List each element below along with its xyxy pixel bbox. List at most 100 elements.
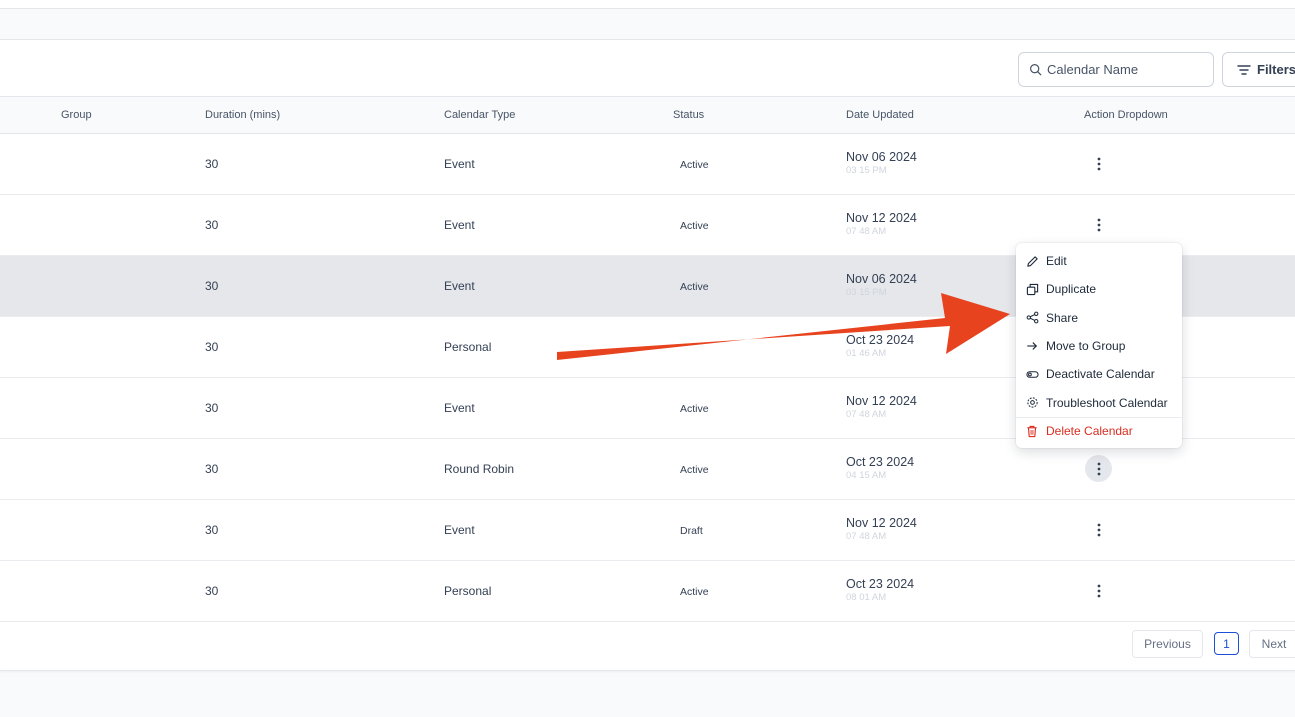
duration-cell: 30 (205, 584, 219, 598)
search-icon (1030, 64, 1042, 76)
duration-cell: 30 (205, 218, 219, 232)
menu-item-share[interactable]: Share (1016, 304, 1182, 332)
time-value: 01 46 AM (846, 348, 887, 359)
next-page-button[interactable]: Next (1249, 630, 1295, 658)
date-updated-cell: Oct 23 2024 04 15 AM (846, 455, 914, 481)
date-updated-cell: Oct 23 2024 08 01 AM (846, 577, 914, 603)
status-cell: Active (680, 403, 709, 415)
time-value: 07 48 AM (846, 409, 887, 420)
column-header-duration[interactable]: Duration (mins) (205, 109, 280, 121)
calendar-type-cell: Personal (444, 584, 492, 598)
column-header-group[interactable]: Group (61, 109, 92, 121)
menu-item-deactivate-calendar[interactable]: Deactivate Calendar (1016, 360, 1182, 388)
table-row[interactable]: 30 Round Robin Active Oct 23 2024 04 15 A… (0, 439, 1295, 500)
status-cell: Active (680, 159, 709, 171)
menu-item-label: Delete Calendar (1046, 424, 1133, 439)
date-value: Nov 06 2024 (846, 150, 917, 164)
share-icon (1025, 311, 1039, 325)
filters-button[interactable]: Filters (1222, 52, 1295, 87)
table-row[interactable]: 30 Personal Active Oct 23 2024 08 01 AM (0, 561, 1295, 622)
column-header-action-dropdown: Action Dropdown (1084, 109, 1168, 121)
menu-item-troubleshoot-calendar[interactable]: Troubleshoot Calendar (1016, 388, 1182, 416)
duration-cell: 30 (205, 401, 219, 415)
date-updated-cell: Nov 06 2024 03 15 PM (846, 150, 917, 176)
date-value: Nov 12 2024 (846, 394, 917, 408)
status-cell: Active (680, 586, 709, 598)
menu-item-label: Move to Group (1046, 339, 1126, 354)
top-bar (0, 0, 1295, 9)
table-header: Group Duration (mins) Calendar Type Stat… (0, 97, 1295, 134)
table-toolbar: Filters (0, 40, 1295, 97)
duration-cell: 30 (205, 523, 219, 537)
date-value: Oct 23 2024 (846, 333, 915, 347)
duration-cell: 30 (205, 340, 219, 354)
time-value: 07 48 AM (846, 226, 887, 237)
menu-item-label: Deactivate Calendar (1046, 367, 1155, 382)
gear-icon (1025, 396, 1039, 410)
menu-item-label: Troubleshoot Calendar (1046, 395, 1168, 410)
table-row[interactable]: 30 Event Active Nov 06 2024 03 15 PM (0, 134, 1295, 195)
toggle-icon (1025, 367, 1039, 381)
calendar-type-cell: Event (444, 157, 475, 171)
calendar-type-cell: Event (444, 218, 475, 232)
duplicate-icon (1025, 282, 1039, 296)
status-cell: Active (680, 281, 709, 293)
menu-item-delete-calendar[interactable]: Delete Calendar (1016, 416, 1182, 445)
column-header-date-updated[interactable]: Date Updated (846, 109, 914, 121)
time-value: 04 15 AM (846, 470, 887, 481)
date-value: Oct 23 2024 (846, 455, 915, 469)
pencil-icon (1025, 254, 1039, 268)
status-cell: Active (680, 220, 709, 232)
menu-item-label: Duplicate (1046, 282, 1097, 297)
date-updated-cell: Nov 12 2024 07 48 AM (846, 516, 917, 542)
menu-item-label: Edit (1046, 254, 1067, 269)
duration-cell: 30 (205, 157, 219, 171)
menu-item-label: Share (1046, 310, 1079, 325)
calendar-type-cell: Event (444, 279, 475, 293)
page-1-button[interactable]: 1 (1214, 632, 1239, 655)
time-value: 03 15 PM (846, 287, 887, 298)
search-input[interactable] (1047, 62, 1207, 77)
date-updated-cell: Nov 06 2024 03 15 PM (846, 272, 917, 298)
date-value: Nov 12 2024 (846, 516, 917, 530)
column-header-calendar-type[interactable]: Calendar Type (444, 109, 515, 121)
kebab-icon (1097, 157, 1100, 170)
column-header-status[interactable]: Status (673, 109, 704, 121)
date-value: Nov 06 2024 (846, 272, 917, 286)
date-value: Nov 12 2024 (846, 211, 917, 225)
action-dropdown-button[interactable] (1085, 577, 1112, 604)
action-dropdown-button[interactable] (1085, 455, 1112, 482)
date-updated-cell: Nov 12 2024 07 48 AM (846, 394, 917, 420)
duration-cell: 30 (205, 462, 219, 476)
filters-label: Filters (1257, 62, 1295, 77)
calendar-type-cell: Round Robin (444, 462, 515, 476)
calendar-type-cell: Event (444, 401, 475, 415)
date-updated-cell: Oct 23 2024 01 46 AM (846, 333, 914, 359)
menu-item-duplicate[interactable]: Duplicate (1016, 275, 1182, 303)
table-row[interactable]: 30 Event Draft Nov 12 2024 07 48 AM (0, 500, 1295, 561)
action-dropdown-button[interactable] (1085, 150, 1112, 177)
status-cell: Draft (680, 525, 703, 537)
date-value: Oct 23 2024 (846, 577, 915, 591)
kebab-icon (1097, 462, 1100, 475)
calendar-type-cell: Personal (444, 340, 492, 354)
trash-icon (1025, 424, 1039, 438)
duration-cell: 30 (205, 279, 219, 293)
arrow-right-icon (1025, 339, 1039, 353)
kebab-icon (1097, 584, 1100, 597)
action-dropdown-button[interactable] (1085, 516, 1112, 543)
previous-page-button[interactable]: Previous (1132, 630, 1203, 658)
action-dropdown-button[interactable] (1085, 211, 1112, 238)
kebab-icon (1097, 523, 1100, 536)
time-value: 03 15 PM (846, 165, 887, 176)
kebab-icon (1097, 218, 1100, 231)
filter-icon (1237, 64, 1251, 75)
menu-item-move-to-group[interactable]: Move to Group (1016, 332, 1182, 360)
calendar-type-cell: Event (444, 523, 475, 537)
search-box[interactable] (1018, 52, 1214, 87)
time-value: 07 48 AM (846, 531, 887, 542)
status-cell: Active (680, 464, 709, 476)
menu-item-edit[interactable]: Edit (1016, 247, 1182, 275)
date-updated-cell: Nov 12 2024 07 48 AM (846, 211, 917, 237)
action-dropdown-menu: Edit Duplicate Share Move to Group Deact… (1016, 243, 1182, 448)
